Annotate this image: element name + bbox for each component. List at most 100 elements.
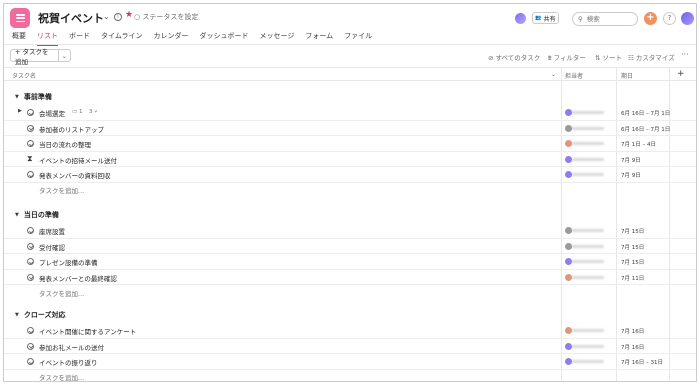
column-assignee[interactable]: 担当者 <box>565 71 583 80</box>
complete-checkbox-icon[interactable] <box>27 273 34 281</box>
tab-2[interactable]: ボード <box>69 31 90 45</box>
task-name[interactable]: 座席設置 <box>39 226 65 236</box>
task-name[interactable]: 当日の流れの整理 <box>39 139 91 149</box>
customize-button[interactable]: ☷ カスタマイズ <box>628 52 675 62</box>
due-date[interactable]: 7月 11日 <box>621 274 644 282</box>
add-task-link[interactable]: タスクを追加... <box>4 370 696 381</box>
sort-button[interactable]: ⇅ ソート <box>595 52 622 62</box>
list-app-icon[interactable] <box>10 8 30 28</box>
tab-4[interactable]: カレンダー <box>154 31 189 45</box>
task-row[interactable]: 参加者のリストアップ 6月 16日 – 7月 1日 <box>4 121 696 136</box>
hourglass-icon[interactable]: ⧗ <box>27 154 33 164</box>
tab-1[interactable]: リスト <box>37 31 58 46</box>
due-date[interactable]: 7月 1日 – 4日 <box>621 140 656 148</box>
task-name[interactable]: プレゼン設備の準備 <box>39 257 98 267</box>
due-date[interactable]: 7月 15日 <box>621 258 644 266</box>
task-row[interactable]: プレゼン設備の準備 7月 15日 <box>4 254 696 270</box>
due-date[interactable]: 7月 9日 <box>621 171 641 179</box>
collapse-chevron-icon[interactable]: ▼ <box>15 312 19 318</box>
share-button[interactable]: 👥 共有 <box>532 12 559 24</box>
task-name[interactable]: 参加者のリストアップ <box>39 124 104 134</box>
due-date[interactable]: 7月 16日 <box>621 327 644 335</box>
complete-checkbox-icon[interactable] <box>27 124 34 132</box>
task-name[interactable]: イベントの振り返り <box>39 357 98 367</box>
search-input[interactable] <box>586 15 631 23</box>
task-name[interactable]: 発表メンバーとの最終確認 <box>39 273 117 283</box>
task-row[interactable]: 座席設置 7月 15日 <box>4 223 696 239</box>
section-header[interactable]: ▼ 事前準備 <box>4 88 696 105</box>
due-date[interactable]: 7月 16日 <box>621 343 644 351</box>
task-row[interactable]: 参加お礼メールの送付 7月 16日 <box>4 339 696 354</box>
collapse-chevron-icon[interactable]: ▼ <box>15 94 19 100</box>
info-icon[interactable]: i <box>114 13 122 21</box>
section-header[interactable]: ▼ クローズ対応 <box>4 306 696 323</box>
add-task-link[interactable]: タスクを追加... <box>4 285 696 300</box>
help-button[interactable]: ? <box>663 12 676 25</box>
complete-checkbox-icon[interactable] <box>27 242 34 250</box>
tab-7[interactable]: フォーム <box>305 31 333 45</box>
assignee-cell[interactable] <box>565 108 605 117</box>
assignee-cell[interactable] <box>565 326 605 335</box>
tab-3[interactable]: タイムライン <box>101 31 143 45</box>
tab-5[interactable]: ダッシュボード <box>200 31 249 45</box>
task-name[interactable]: 受付確認 <box>39 242 65 252</box>
assignee-cell[interactable] <box>565 124 605 133</box>
complete-checkbox-icon[interactable] <box>27 140 34 147</box>
task-name[interactable]: 発表メンバーの資料回収 <box>39 170 111 180</box>
assignee-cell[interactable] <box>565 242 605 251</box>
quick-add-button[interactable]: + <box>644 12 657 25</box>
task-name[interactable]: 参加お礼メールの送付 <box>39 342 104 352</box>
assignee-cell[interactable] <box>565 342 605 351</box>
assignee-cell[interactable] <box>565 155 605 164</box>
task-row[interactable]: 受付確認 7月 15日 <box>4 239 696 254</box>
more-options-button[interactable]: ··· <box>681 50 689 59</box>
star-icon[interactable]: ★ <box>125 10 133 20</box>
chevron-down-icon[interactable]: ⌄ <box>103 12 110 21</box>
due-date[interactable]: 6月 16日 – 7月 1日 <box>621 125 670 133</box>
tab-6[interactable]: メッセージ <box>260 31 295 45</box>
comment-count[interactable]: ▭ 1 <box>72 109 82 115</box>
due-date[interactable]: 6月 16日 – 7月 1日 <box>621 109 670 117</box>
assignee-cell[interactable] <box>565 226 605 235</box>
task-row[interactable]: イベント開催に関するアンケート 7月 16日 <box>4 323 696 339</box>
task-row[interactable]: ▶ 会場選定 ▭ 1 3 ⑂ 6月 16日 – 7月 1日 <box>4 105 696 121</box>
task-name[interactable]: イベントの招待メール送付 <box>39 155 117 165</box>
complete-checkbox-icon[interactable] <box>27 327 34 334</box>
due-date[interactable]: 7月 9日 <box>621 156 641 164</box>
add-task-link[interactable]: タスクを追加... <box>4 183 696 198</box>
chevron-down-icon[interactable]: ⌄ <box>59 52 70 60</box>
task-row[interactable]: ⧗ イベントの招待メール送付 7月 9日 <box>4 152 696 167</box>
tab-8[interactable]: ファイル <box>344 31 372 45</box>
all-tasks-button[interactable]: ⊘ すべてのタスク <box>488 52 540 62</box>
task-row[interactable]: 当日の流れの整理 7月 1日 – 4日 <box>4 136 696 152</box>
add-task-button[interactable]: + タスクを追加 ⌄ <box>10 48 71 66</box>
assignee-cell[interactable] <box>565 170 605 179</box>
set-status-button[interactable]: ○ ステータスを設定 <box>134 12 198 22</box>
column-task-name[interactable]: タスク名 <box>12 71 36 80</box>
collapse-chevron-icon[interactable]: ▼ <box>15 212 19 218</box>
assignee-cell[interactable] <box>565 257 605 266</box>
due-date[interactable]: 7月 15日 <box>621 243 644 251</box>
search-box[interactable]: ⚲ <box>572 12 638 26</box>
assignee-cell[interactable] <box>565 273 605 282</box>
task-row[interactable]: 発表メンバーとの最終確認 7月 11日 <box>4 270 696 285</box>
chevron-down-icon[interactable]: ⌄ <box>551 71 556 78</box>
complete-checkbox-icon[interactable] <box>27 109 34 116</box>
complete-checkbox-icon[interactable] <box>27 258 34 265</box>
complete-checkbox-icon[interactable] <box>27 227 34 234</box>
task-row[interactable]: イベントの振り返り 7月 16日 – 31日 <box>4 354 696 370</box>
assignee-cell[interactable] <box>565 357 605 366</box>
section-header[interactable]: ▼ 当日の準備 <box>4 206 696 223</box>
task-row[interactable]: 発表メンバーの資料回収 7月 9日 <box>4 167 696 183</box>
user-avatar[interactable] <box>681 12 694 25</box>
expand-subtasks-icon[interactable]: ▶ <box>18 108 22 114</box>
complete-checkbox-icon[interactable] <box>27 358 34 365</box>
add-column-button[interactable]: + <box>677 69 685 79</box>
task-name[interactable]: 会場選定 <box>39 108 65 118</box>
complete-checkbox-icon[interactable] <box>27 342 34 350</box>
project-title[interactable]: 祝賀イベント <box>38 10 104 26</box>
assignee-cell[interactable] <box>565 139 605 148</box>
member-avatar[interactable] <box>515 13 526 24</box>
subtask-count[interactable]: 3 ⑂ <box>89 109 98 115</box>
due-date[interactable]: 7月 15日 <box>621 227 644 235</box>
